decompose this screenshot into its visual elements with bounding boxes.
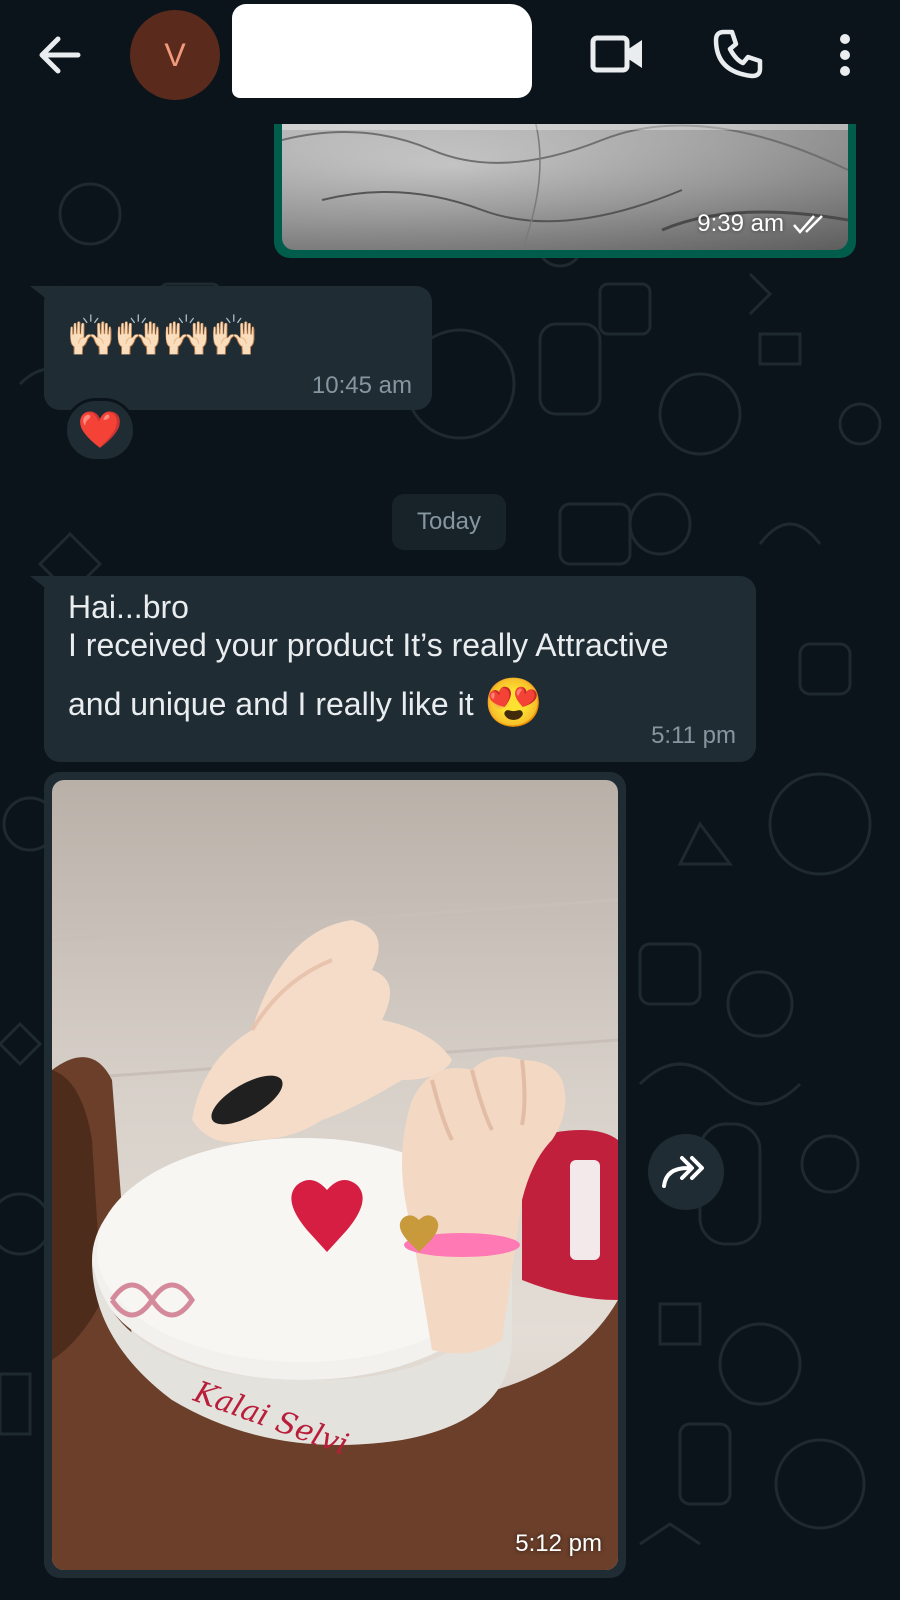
phone-icon[interactable] (712, 28, 764, 80)
received-emoji-message[interactable]: 🙌🏻🙌🏻🙌🏻🙌🏻 10:45 am (30, 286, 432, 410)
message-line: I received your product It’s really Attr… (68, 627, 669, 663)
message-time: 9:39 am (697, 210, 784, 237)
bubble-tail (30, 286, 58, 308)
video-call-icon[interactable] (590, 30, 646, 78)
date-separator: Today (392, 494, 506, 550)
avatar-initial: V (164, 36, 186, 73)
product-photo[interactable]: Kalai Selvi 5:12 pm (52, 780, 618, 1570)
marble-photo[interactable]: 9:39 am (282, 110, 848, 250)
emoji-text: 🙌🏻🙌🏻🙌🏻🙌🏻 (66, 314, 259, 358)
message-time: 5:11 pm (651, 722, 736, 749)
heart-eyes-emoji: 😍 (483, 677, 544, 730)
message-time: 5:12 pm (515, 1530, 602, 1557)
message-body: Hai...bro I received your product It’s r… (68, 588, 738, 728)
bubble-tail (30, 576, 58, 598)
double-tick-icon (793, 215, 823, 234)
contact-name-redacted[interactable] (232, 4, 532, 98)
sent-image-message[interactable]: 9:39 am (274, 110, 856, 258)
arrow-back-icon[interactable] (34, 30, 84, 80)
received-photo-message[interactable]: Kalai Selvi 5:12 pm (44, 772, 626, 1578)
chat-header: V (0, 0, 900, 124)
product-illustration: Kalai Selvi (52, 898, 618, 1570)
message-line: Hai...bro (68, 589, 189, 625)
forward-button[interactable] (648, 1134, 724, 1210)
message-meta: 9:39 am (697, 210, 830, 238)
date-label: Today (416, 508, 482, 535)
more-vert-icon[interactable] (830, 30, 860, 80)
message-line-row: and unique and I really like it 😍 (68, 680, 738, 728)
message-time: 10:45 am (311, 372, 412, 399)
forward-icon (662, 1156, 704, 1188)
received-text-message[interactable]: Hai...bro I received your product It’s r… (30, 576, 756, 762)
avatar[interactable]: V (130, 10, 220, 100)
heart-reaction[interactable]: ❤️ (64, 398, 136, 462)
reaction-emoji: ❤️ (77, 409, 123, 450)
message-line: and unique and I really like it (68, 686, 474, 722)
